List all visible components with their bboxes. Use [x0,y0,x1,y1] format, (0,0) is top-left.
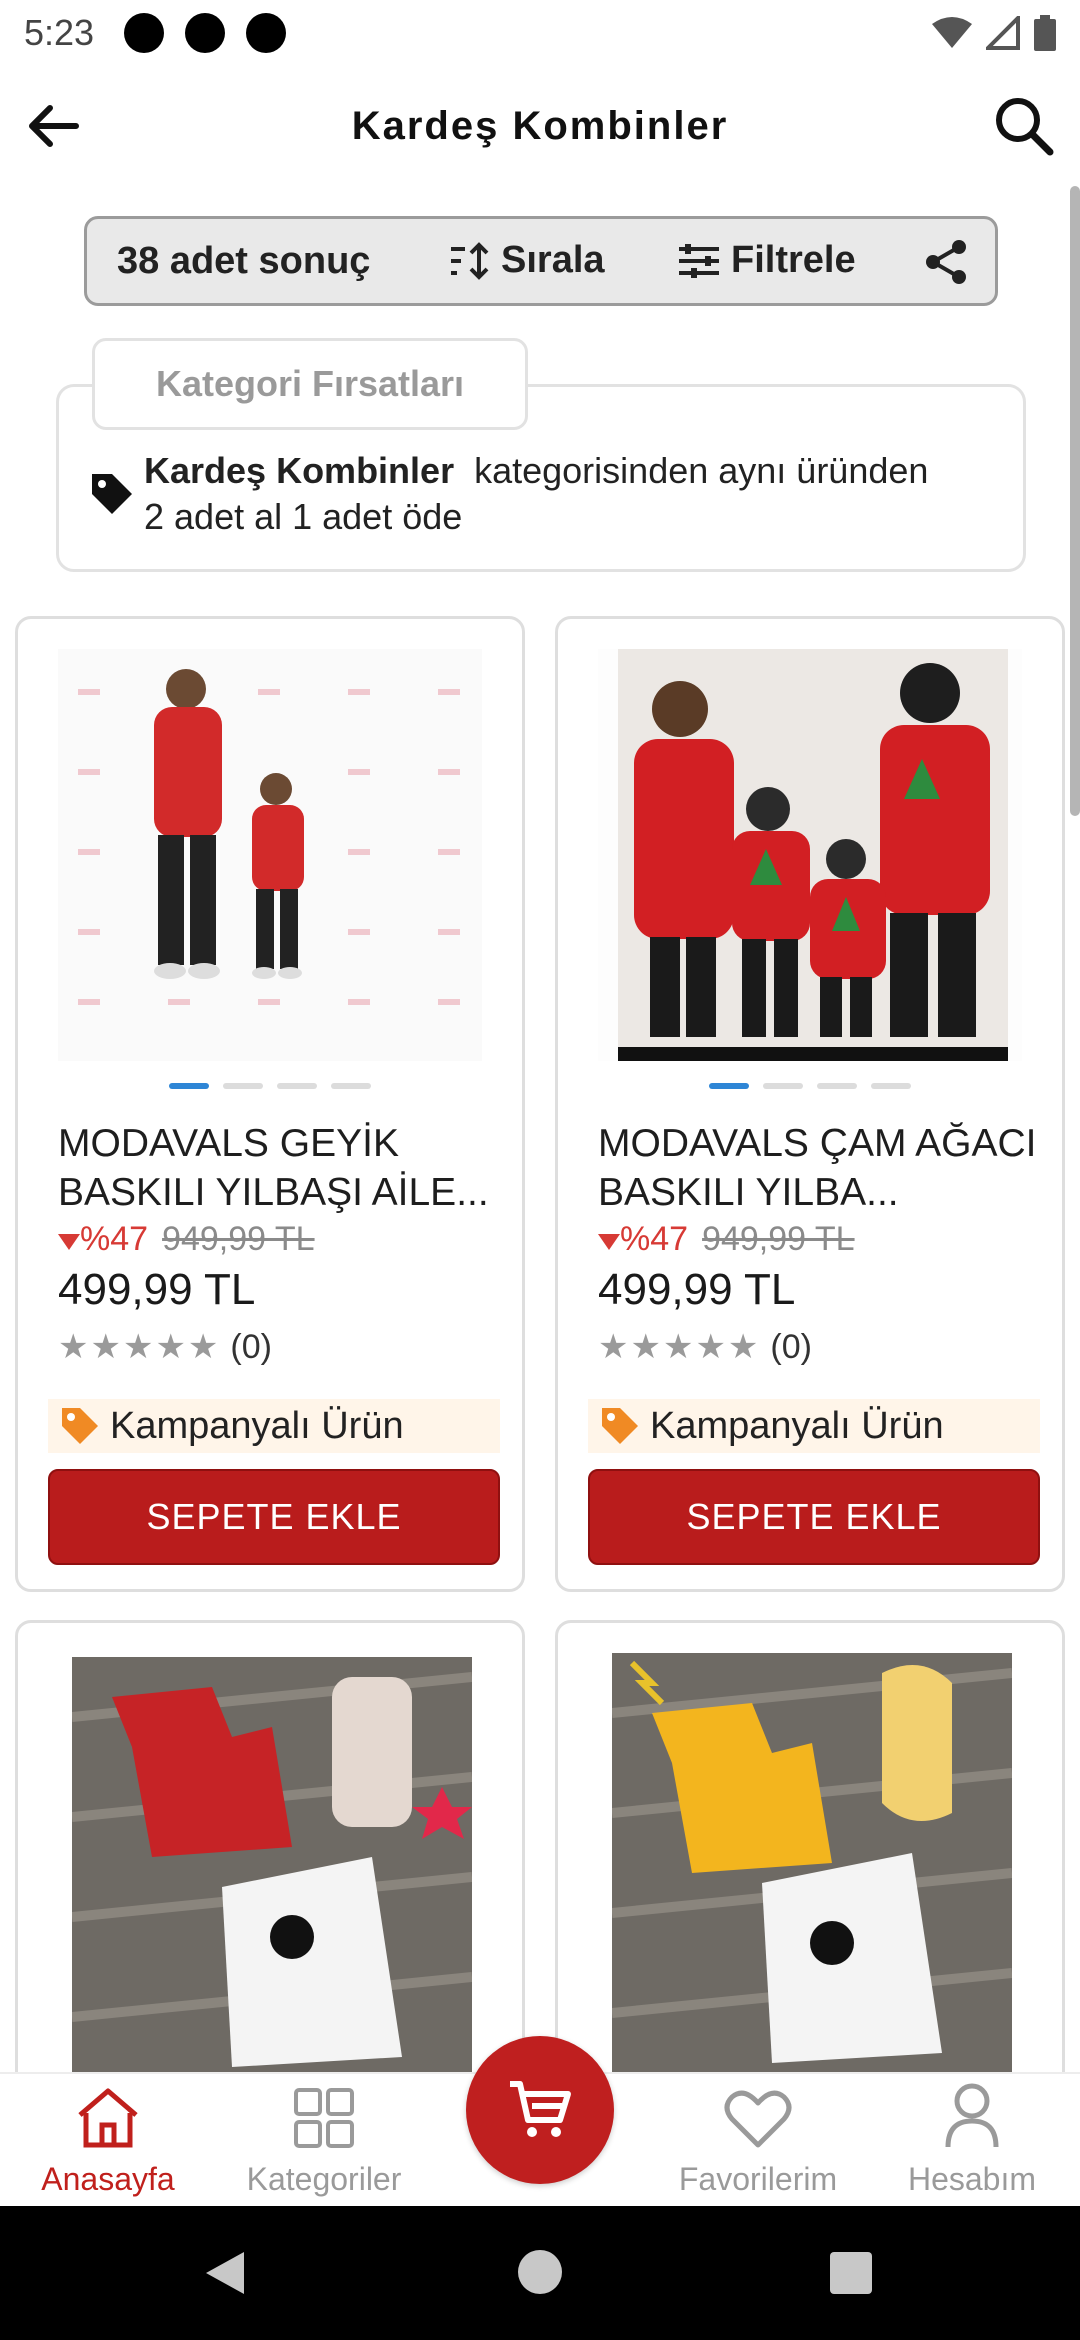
tag-icon [602,1408,638,1444]
campaign-badge: Kampanyalı Ürün [588,1399,1040,1453]
notification-dot-icon [246,13,287,53]
nav-account-label: Hesabım [907,2161,1037,2197]
nav-home-label: Anasayfa [41,2161,175,2197]
nav-favorites-label: Favorilerim [678,2161,838,2197]
discount-percent: %47 [620,1220,689,1255]
campaign-badge-label: Kampanyalı Ürün [110,1404,404,1447]
rating-row: ★★★★★ (0) [598,1327,812,1367]
status-time: 5:23 [24,12,95,53]
product-name[interactable]: MODAVALS GEYİK BASKILI YILBAŞI AİLE... [58,1119,498,1217]
product-image[interactable] [72,1657,472,2077]
arrow-left-icon[interactable] [24,96,84,156]
discount-row: %47 949,99 TL [598,1219,1038,1255]
image-carousel-dots [558,1083,1062,1089]
carousel-dot[interactable] [763,1083,803,1089]
rating-count: (0) [770,1327,812,1366]
old-price: 949,99 TL [162,1220,315,1255]
campaign-text: Kardeş Kombinler kategorisinden aynı ürü… [144,448,1004,540]
status-bar: 5:23 [0,0,1080,66]
filter-button[interactable]: Filtrele [677,239,856,282]
discount-percent: %47 [80,1220,149,1255]
home-icon [78,2088,138,2148]
product-image[interactable] [58,649,482,1061]
app-header: Kardeş Kombinler [0,66,1080,186]
campaign-tab[interactable]: Kategori Fırsatları [92,338,528,430]
heart-icon [724,2090,792,2148]
campaign-category-name: Kardeş Kombinler [144,450,455,491]
rating-row: ★★★★★ (0) [58,1327,272,1367]
cart-icon [510,2081,571,2137]
system-nav-bar [0,2206,1080,2340]
campaign-badge: Kampanyalı Ürün [48,1399,500,1453]
system-recents-icon[interactable] [830,2252,872,2294]
add-to-cart-button[interactable]: SEPETE EKLE [588,1469,1040,1565]
tag-icon [92,474,132,514]
product-price: 499,99 TL [598,1265,796,1314]
results-toolbar: 38 adet sonuç Sırala Filtrele [84,216,998,306]
page-title: Kardeş Kombinler [351,103,729,148]
carousel-dot[interactable] [169,1083,209,1089]
wifi-icon [932,17,972,48]
user-icon [945,2083,999,2148]
notification-dot-icon [185,13,226,53]
product-name[interactable]: MODAVALS ÇAM AĞACI BASKILI YILBA... [598,1119,1038,1217]
signal-icon [986,16,1020,50]
sort-label: Sırala [501,239,605,281]
share-icon[interactable] [921,237,971,287]
discount-row: %47 949,99 TL [58,1219,498,1255]
campaign-badge-label: Kampanyalı Ürün [650,1404,944,1447]
nav-home[interactable]: Anasayfa [0,2074,216,2208]
old-price: 949,99 TL [702,1220,855,1255]
product-card[interactable]: MODAVALS GEYİK BASKILI YILBAŞI AİLE... %… [15,616,525,1592]
system-home-icon[interactable] [518,2250,562,2294]
scrollbar[interactable] [1070,186,1080,2076]
product-image[interactable] [612,1653,1012,2073]
search-icon[interactable] [992,94,1056,158]
scrollbar-thumb[interactable] [1070,186,1080,816]
cart-button[interactable] [466,2036,614,2184]
sort-button[interactable]: Sırala [449,239,605,282]
campaign-text-part2: 2 adet al 1 adet öde [144,496,463,537]
system-back-icon[interactable] [204,2250,246,2296]
carousel-dot[interactable] [817,1083,857,1089]
battery-icon [1034,15,1056,51]
notification-dot-icon [124,13,165,53]
nav-favorites[interactable]: Favorilerim [650,2074,866,2208]
result-count: 38 adet sonuç [117,239,371,282]
discount-down-icon [598,1234,620,1250]
image-carousel-dots [18,1083,522,1089]
carousel-dot[interactable] [709,1083,749,1089]
nav-account[interactable]: Hesabım [864,2074,1080,2208]
carousel-dot[interactable] [331,1083,371,1089]
filter-icon [679,243,719,278]
add-to-cart-button[interactable]: SEPETE EKLE [48,1469,500,1565]
rating-count: (0) [230,1327,272,1366]
rating-stars-icon: ★★★★★ [598,1328,761,1366]
campaign-text-part1: kategorisinden aynı üründen [474,450,929,491]
carousel-dot[interactable] [223,1083,263,1089]
filter-label: Filtrele [731,239,856,281]
nav-categories[interactable]: Kategoriler [216,2074,432,2208]
sort-icon [451,241,489,280]
discount-down-icon [58,1234,80,1250]
carousel-dot[interactable] [871,1083,911,1089]
status-indicators [932,15,1056,51]
carousel-dot[interactable] [277,1083,317,1089]
product-image[interactable] [598,649,1022,1061]
product-card[interactable]: MODAVALS ÇAM AĞACI BASKILI YILBA... %47 9… [555,616,1065,1592]
rating-stars-icon: ★★★★★ [58,1328,221,1366]
grid-icon [294,2088,354,2148]
product-price: 499,99 TL [58,1265,256,1314]
nav-categories-label: Kategoriler [246,2161,402,2197]
tag-icon [62,1408,98,1444]
